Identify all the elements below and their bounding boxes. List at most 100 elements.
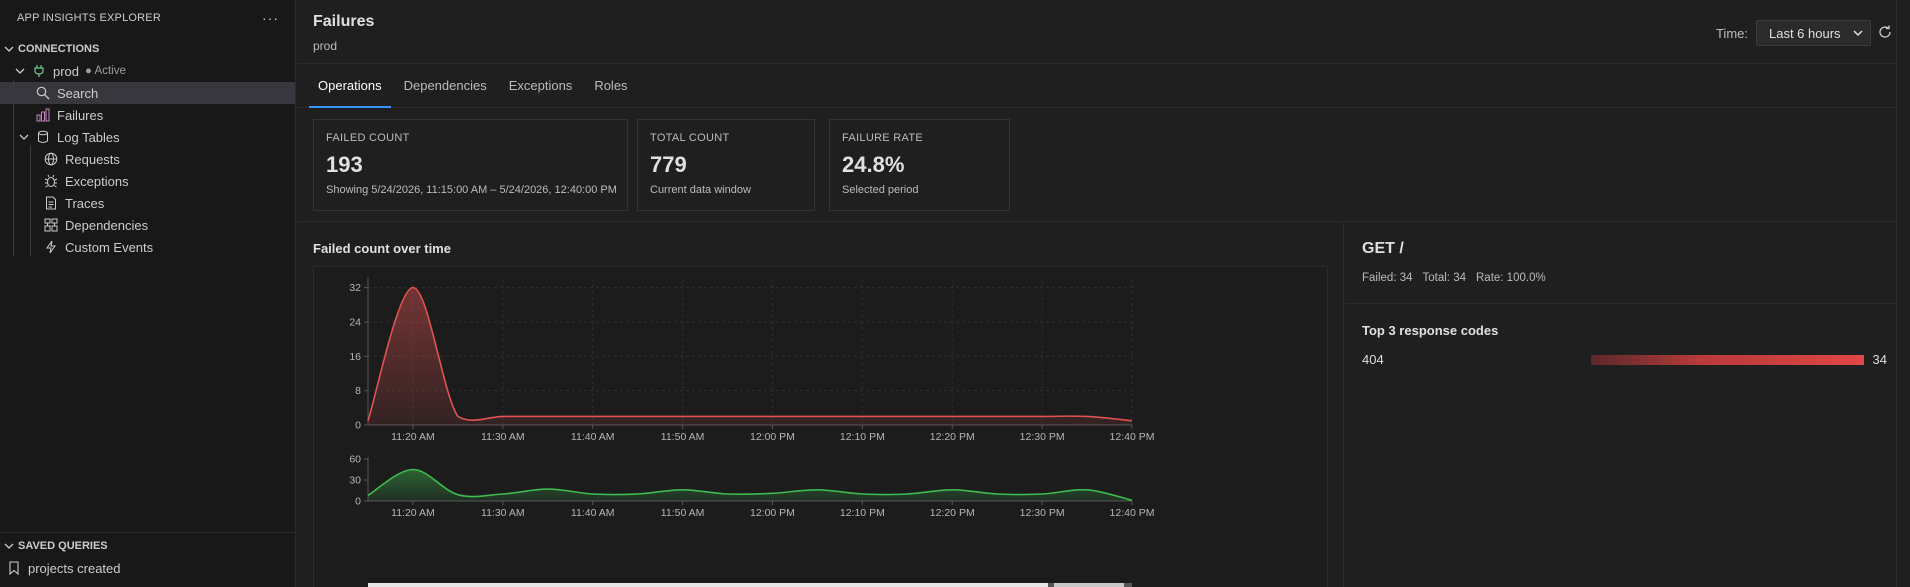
operation-detail-pane: GET / Failed: 34 Total: 34 Rate: 100.0% … [1345, 222, 1903, 587]
x-tick-label: 12:00 PM [750, 431, 795, 443]
metric-value: 24.8% [842, 152, 905, 177]
sidebar-header: APP INSIGHTS EXPLORER ··· [0, 0, 295, 36]
log-table-label: Exceptions [65, 173, 129, 189]
sidebar-item-label: Failures [57, 107, 104, 123]
tree-indent-guide [30, 145, 31, 256]
page-header: Failures prod Time: Last 6 hours [297, 0, 1903, 64]
divider [1345, 303, 1903, 304]
y-tick-label: 0 [355, 496, 361, 508]
log-table-exceptions[interactable]: Exceptions [0, 170, 295, 192]
sidebar-item-failures[interactable]: Failures [0, 104, 295, 126]
x-tick-label: 12:30 PM [1020, 507, 1065, 519]
saved-queries-label: SAVED QUERIES [18, 540, 108, 552]
y-tick-label: 32 [349, 282, 361, 294]
x-tick-label: 12:40 PM [1110, 507, 1155, 519]
bar-chart-icon [35, 107, 51, 123]
log-table-custom-events[interactable]: Custom Events [0, 236, 295, 258]
x-tick-label: 11:40 AM [571, 507, 615, 519]
x-tick-label: 12:20 PM [930, 507, 975, 519]
refresh-icon[interactable] [1877, 24, 1895, 42]
chevron-down-icon [12, 66, 28, 76]
more-actions-icon[interactable]: ··· [262, 10, 279, 26]
time-range-select[interactable]: Last 6 hours [1756, 20, 1871, 46]
metrics-row: FAILED COUNT 193 Showing 5/24/2026, 11:1… [297, 108, 1903, 222]
response-code-bar [1591, 355, 1864, 365]
connection-name: prod [53, 63, 80, 79]
operation-stats: Failed: 34 Total: 34 Rate: 100.0% [1362, 272, 1546, 284]
range-brush-handle [1124, 583, 1132, 587]
connections-label: CONNECTIONS [18, 43, 100, 55]
connection-prod[interactable]: prod ● Active [0, 60, 295, 82]
connection-status: ● Active [85, 65, 126, 77]
y-tick-label: 0 [355, 420, 361, 432]
metric-caption: Current data window [650, 184, 751, 196]
tab-roles[interactable]: Roles [585, 64, 636, 107]
response-codes-title: Top 3 response codes [1362, 323, 1499, 338]
main-panel: Failures prod Time: Last 6 hours Operati… [297, 0, 1903, 587]
connections-section-header[interactable]: CONNECTIONS [0, 38, 295, 60]
page-title: Failures [313, 13, 375, 30]
chart-title: Failed count over time [313, 241, 451, 256]
x-tick-label: 11:30 AM [481, 431, 525, 443]
failed-count-chart[interactable]: 0 8 16 24 32 11:20 AM 11:30 AM 11:40 AM 11:50 AM… [314, 267, 1329, 587]
metric-failure-rate: FAILURE RATE 24.8% Selected period [829, 119, 1010, 211]
y-tick-label: 8 [355, 385, 361, 397]
log-table-dependencies[interactable]: Dependencies [0, 214, 295, 236]
operation-title: GET / [1362, 240, 1404, 257]
metric-label: FAILED COUNT [326, 132, 410, 144]
log-table-label: Requests [65, 151, 120, 167]
metric-total-count: TOTAL COUNT 779 Current data window [637, 119, 815, 211]
x-tick-label: 11:40 AM [571, 431, 615, 443]
time-range-value: Last 6 hours [1769, 25, 1841, 41]
x-tick-label: 12:00 PM [750, 507, 795, 519]
y-tick-label: 24 [349, 316, 361, 328]
saved-query-label: projects created [28, 560, 121, 576]
document-icon [43, 195, 59, 211]
series-line [367, 286, 1133, 422]
x-tick-label: 12:20 PM [930, 431, 975, 443]
metric-caption: Selected period [842, 184, 919, 196]
range-brush-track [368, 583, 1132, 587]
sidebar-item-search[interactable]: Search [0, 82, 295, 104]
saved-queries-section-header[interactable]: SAVED QUERIES [0, 535, 295, 557]
x-tick-label: 12:10 PM [840, 507, 885, 519]
response-code: 404 [1362, 352, 1384, 367]
rate-stat: Rate: 100.0% [1476, 272, 1546, 284]
log-table-traces[interactable]: Traces [0, 192, 295, 214]
x-tick-label: 11:50 AM [661, 507, 705, 519]
vertical-scrollbar[interactable] [1896, 0, 1903, 587]
tab-exceptions[interactable]: Exceptions [500, 64, 582, 107]
log-table-label: Traces [65, 195, 105, 211]
metric-value: 779 [650, 152, 687, 177]
metric-caption: Showing 5/24/2026, 11:15:00 AM – 5/24/20… [326, 184, 617, 196]
chart-pane: Failed count over time 0 8 16 24 32 11:20 AM 1… [297, 222, 1344, 587]
time-range-control: Time: Last 6 hours [1715, 20, 1891, 46]
log-table-label: Dependencies [65, 217, 149, 233]
x-tick-label: 11:20 AM [391, 507, 435, 519]
saved-query-item[interactable]: projects created [0, 557, 295, 579]
tab-dependencies[interactable]: Dependencies [395, 64, 496, 107]
total-stat: Total: 34 [1422, 272, 1466, 284]
tab-operations[interactable]: Operations [309, 64, 391, 108]
tab-bar: Operations Dependencies Exceptions Roles [297, 64, 1903, 108]
globe-icon [43, 151, 59, 167]
database-icon [35, 129, 51, 145]
bookmark-icon [6, 560, 22, 576]
explorer-sidebar: APP INSIGHTS EXPLORER ··· CONNECTIONS pr… [0, 0, 296, 587]
y-tick-label: 30 [349, 475, 361, 487]
x-tick-label: 12:30 PM [1020, 431, 1065, 443]
log-table-requests[interactable]: Requests [0, 148, 295, 170]
x-tick-label: 12:40 PM [1110, 431, 1155, 443]
response-code-count: 34 [1872, 352, 1887, 367]
sidebar-item-label: Search [57, 85, 99, 101]
metric-label: FAILURE RATE [842, 132, 924, 144]
range-brush-selection [1053, 583, 1125, 587]
metric-failed-count: FAILED COUNT 193 Showing 5/24/2026, 11:1… [313, 119, 628, 211]
bug-icon [43, 173, 59, 189]
lightning-icon [43, 239, 59, 255]
sidebar-item-log-tables[interactable]: Log Tables [0, 126, 295, 148]
time-label: Time: [1715, 25, 1748, 41]
content-area: Failed count over time 0 8 16 24 32 11:20 AM 1… [297, 222, 1903, 587]
chevron-down-icon [2, 541, 16, 551]
plug-icon [31, 63, 47, 79]
